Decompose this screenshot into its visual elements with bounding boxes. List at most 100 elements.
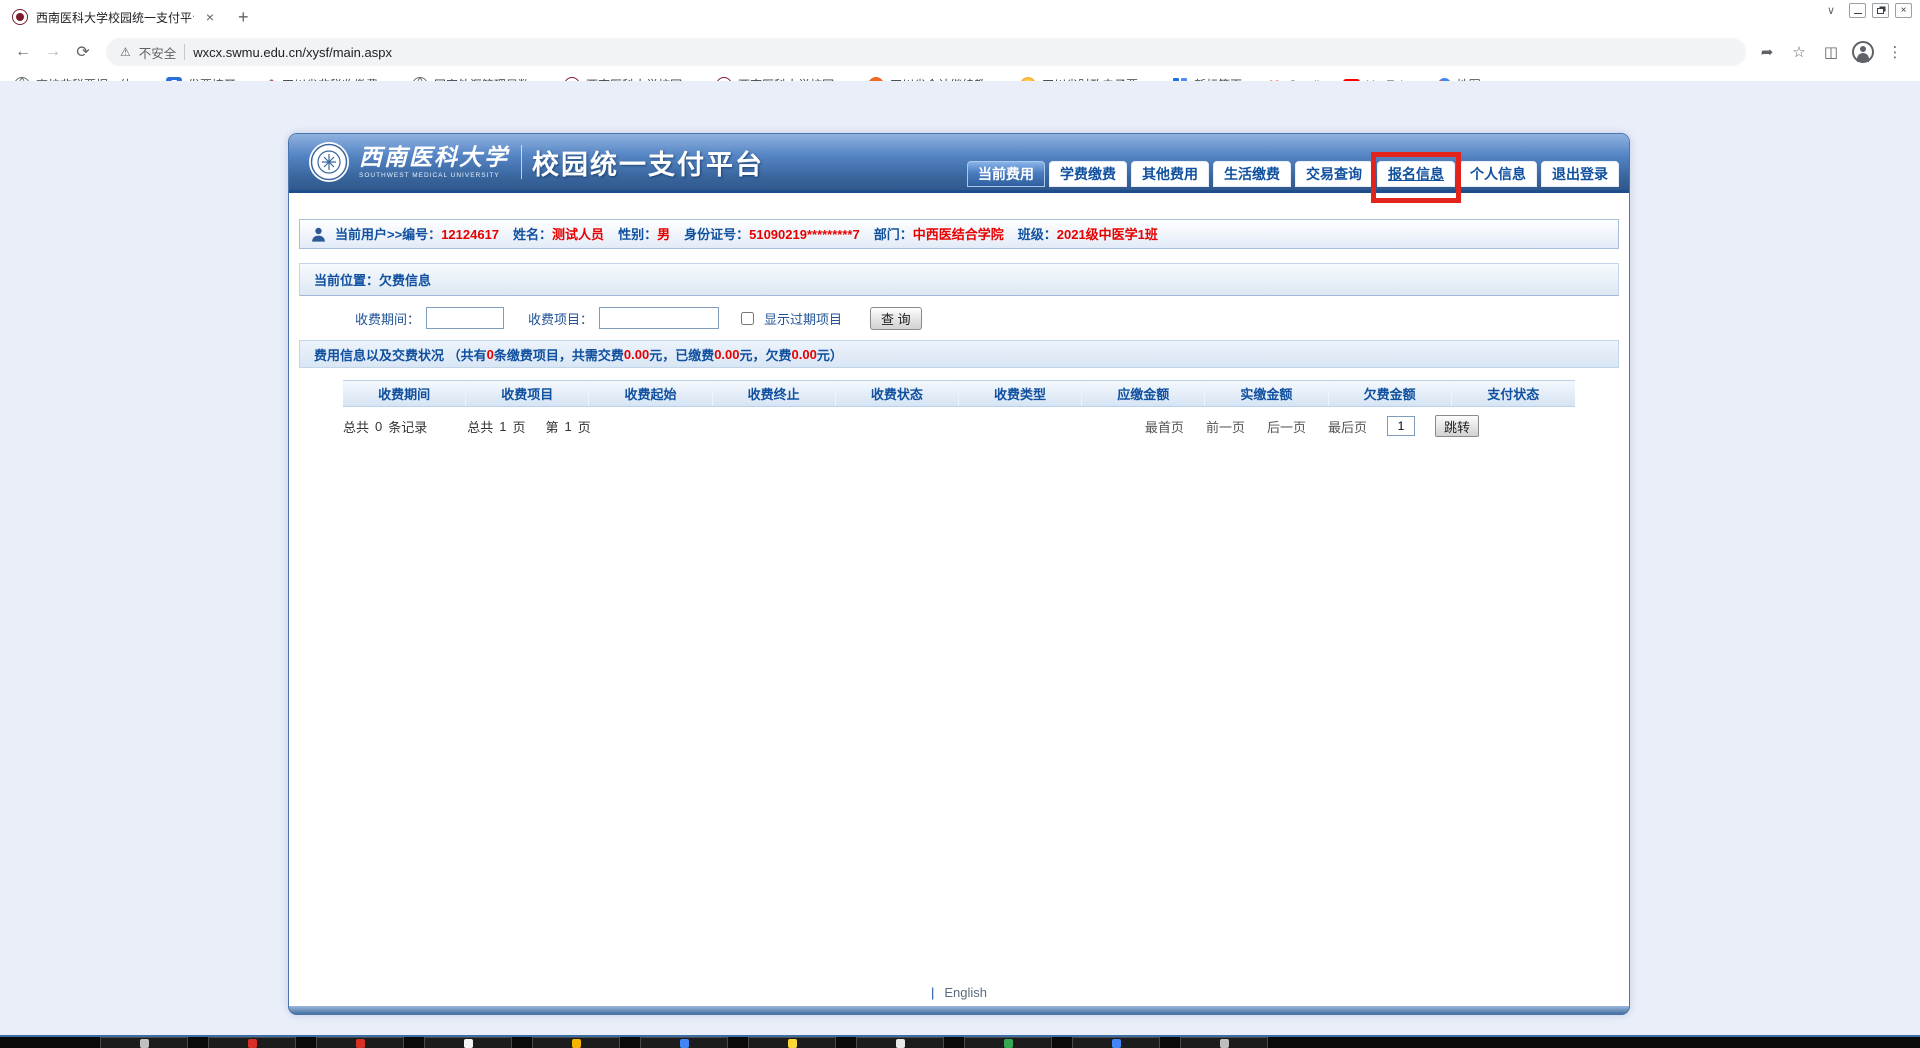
nav-button-交易查询[interactable]: 交易查询: [1295, 161, 1373, 187]
page-number-input[interactable]: [1386, 416, 1415, 436]
bookmark-star-icon[interactable]: ☆: [1788, 43, 1810, 61]
current-page-label: 第: [545, 419, 559, 435]
user-info-segment: 部门：中西医结合学院: [874, 226, 1004, 243]
english-link[interactable]: English: [944, 985, 987, 1000]
not-secure-label[interactable]: 不安全: [139, 43, 177, 62]
taskbar-app-thumbnail[interactable]: [208, 1037, 296, 1048]
user-info-label: 身份证号：: [684, 227, 750, 242]
restore-button[interactable]: [1872, 3, 1889, 18]
taskbar-app-thumbnail[interactable]: [100, 1037, 188, 1048]
taskbar-app-thumbnail[interactable]: [532, 1037, 620, 1048]
taskbar-app-icon: [679, 1039, 689, 1048]
jump-button[interactable]: 跳转: [1434, 415, 1479, 437]
new-tab-button[interactable]: +: [228, 5, 259, 30]
nav-button-学费缴费[interactable]: 学费缴费: [1049, 161, 1127, 187]
nav-button-报名信息[interactable]: 报名信息: [1371, 152, 1461, 203]
show-expired-checkbox[interactable]: [741, 311, 755, 325]
taskbar-app-icon: [1003, 1039, 1013, 1048]
column-header-收费终止: 收费终止: [713, 381, 836, 406]
pager-link-最后页[interactable]: 最后页: [1328, 417, 1367, 436]
taskbar-app-thumbnail[interactable]: [424, 1037, 512, 1048]
portal-container: 西南医科大学 SOUTHWEST MEDICAL UNIVERSITY 校园统一…: [288, 133, 1630, 1015]
show-expired-label: 显示过期项目: [764, 311, 843, 327]
url-text[interactable]: wxcx.swmu.edu.cn/xysf/main.aspx: [193, 45, 392, 60]
page-title: 校园统一支付平台: [532, 149, 764, 180]
taskbar-app-thumbnail[interactable]: [1180, 1037, 1268, 1048]
pager-links: 最首页 前一页 后一页 最后页: [1145, 417, 1367, 436]
nav-button-退出登录[interactable]: 退出登录: [1541, 161, 1619, 187]
university-name-cn: 西南医科大学: [359, 143, 509, 170]
pages-unit: 页: [512, 419, 526, 435]
fee-item-label: 收费项目：: [528, 311, 594, 327]
fee-period-input[interactable]: [426, 307, 505, 329]
current-user-bar: 当前用户>>编号：12124617 姓名：测试人员 性别：男 身份证号：5109021…: [299, 219, 1619, 249]
user-info-value: 12124617: [441, 227, 500, 242]
profile-avatar-icon[interactable]: [1852, 41, 1874, 63]
tab-title: 西南医科大学校园统一支付平台: [36, 10, 194, 25]
fee-period-label: 收费期间：: [355, 311, 421, 327]
nav-button-生活缴费[interactable]: 生活缴费: [1213, 161, 1291, 187]
records-label: 总共: [343, 419, 370, 435]
fee-summary-number: 0.00: [791, 346, 817, 362]
nav-button-label: 当前费用: [978, 166, 1034, 182]
forward-icon[interactable]: →: [40, 39, 66, 65]
taskbar-app-thumbnail[interactable]: [316, 1037, 404, 1048]
windows-taskbar[interactable]: [0, 1035, 1920, 1048]
column-header-实缴金额: 实缴金额: [1205, 381, 1329, 406]
nav-button-当前费用[interactable]: 当前费用: [967, 161, 1045, 187]
fee-summary-number: 0.00: [714, 346, 740, 362]
pager-link-最首页[interactable]: 最首页: [1145, 417, 1184, 436]
pager-link-前一页[interactable]: 前一页: [1206, 417, 1245, 436]
query-button[interactable]: 查 询: [870, 306, 922, 330]
search-filter-row: 收费期间： 收费项目： 显示过期项目 查 询: [299, 296, 1619, 340]
column-header-欠费金额: 欠费金额: [1329, 381, 1452, 406]
fee-summary-number: 0: [486, 346, 494, 362]
back-icon[interactable]: ←: [10, 39, 36, 65]
taskbar-app-icon: [247, 1039, 257, 1048]
column-header-收费状态: 收费状态: [836, 381, 959, 406]
chevron-down-icon[interactable]: ∨: [1827, 4, 1835, 17]
site-header: 西南医科大学 SOUTHWEST MEDICAL UNIVERSITY 校园统一…: [289, 134, 1629, 203]
breadcrumb-text: 当前位置：欠费信息: [314, 273, 432, 288]
taskbar-app-thumbnail[interactable]: [964, 1037, 1052, 1048]
share-icon[interactable]: ➦: [1756, 43, 1778, 61]
side-panel-icon[interactable]: ◫: [1820, 43, 1842, 61]
user-info-label: 性别：: [618, 227, 658, 242]
nav-button-label: 个人信息: [1470, 166, 1526, 182]
nav-button-label: 退出登录: [1552, 166, 1608, 182]
taskbar-app-thumbnail[interactable]: [1072, 1037, 1160, 1048]
nav-button-个人信息[interactable]: 个人信息: [1459, 161, 1537, 187]
breadcrumb: 当前位置：欠费信息: [299, 263, 1619, 296]
pager-controls: 最首页 前一页 后一页 最后页 跳转: [1145, 415, 1479, 437]
taskbar-app-thumbnail[interactable]: [856, 1037, 944, 1048]
fee-summary-text: 元，已缴费: [649, 347, 715, 363]
nav-button-其他费用[interactable]: 其他费用: [1131, 161, 1209, 187]
current-page-unit: 页: [577, 419, 591, 435]
user-info-segment: 班级：2021级中医学1班: [1018, 226, 1158, 243]
fee-summary-number: 0.00: [623, 346, 650, 362]
taskbar-app-thumbnail[interactable]: [748, 1037, 836, 1048]
browser-tab[interactable]: 西南医科大学校园统一支付平台 ×: [0, 0, 228, 34]
reload-icon[interactable]: ⟳: [70, 39, 96, 65]
taskbar-app-icon: [1219, 1039, 1229, 1048]
pager-link-后一页[interactable]: 后一页: [1267, 417, 1306, 436]
nav-button-label: 其他费用: [1142, 166, 1198, 182]
close-button[interactable]: ×: [1895, 3, 1912, 18]
header-divider: [521, 145, 522, 179]
column-header-收费起始: 收费起始: [589, 381, 713, 406]
nav-button-label: 交易查询: [1306, 166, 1362, 182]
fee-item-input[interactable]: [599, 307, 720, 329]
page-background: 西南医科大学 SOUTHWEST MEDICAL UNIVERSITY 校园统一…: [0, 81, 1920, 1035]
column-header-支付状态: 支付状态: [1487, 387, 1540, 402]
taskbar-app-icon: [895, 1039, 905, 1048]
user-info-value: 测试人员: [552, 227, 605, 242]
taskbar-app-thumbnail[interactable]: [640, 1037, 728, 1048]
minimize-button[interactable]: [1849, 3, 1866, 18]
address-bar: ← → ⟳ ⚠ 不安全 wxcx.swmu.edu.cn/xysf/main.a…: [0, 34, 1920, 70]
menu-dots-icon[interactable]: ⋮: [1884, 43, 1906, 61]
fee-summary-text: 元，欠费: [739, 347, 792, 363]
minimize-icon: [1853, 13, 1862, 14]
taskbar-app-icon: [787, 1039, 797, 1048]
tab-close-icon[interactable]: ×: [202, 9, 218, 25]
url-omnibox[interactable]: ⚠ 不安全 wxcx.swmu.edu.cn/xysf/main.aspx: [106, 38, 1746, 66]
